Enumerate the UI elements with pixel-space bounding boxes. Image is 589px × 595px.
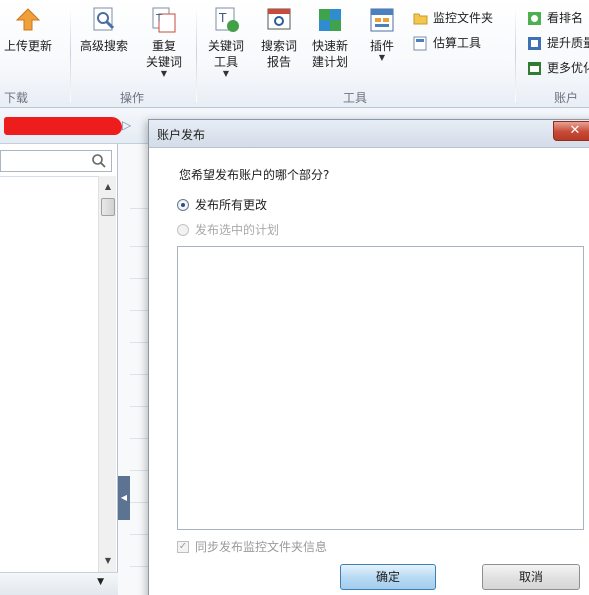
dropdown-arrow-icon: ▼ <box>378 53 386 62</box>
more-optimization-label: 更多优化 <box>547 61 589 75</box>
optimization-icon <box>528 62 541 75</box>
estimate-icon <box>413 36 427 51</box>
grid-line <box>130 374 150 375</box>
monitor-folder-label: 监控文件夹 <box>433 11 494 25</box>
upload-update-button[interactable]: 上传更新 <box>4 6 52 54</box>
sync-monitor-folder-label: 同步发布监控文件夹信息 <box>195 540 328 554</box>
group-separator <box>196 6 197 102</box>
background-grid-strip <box>118 144 150 595</box>
estimate-tool-label: 估算工具 <box>433 36 482 50</box>
ok-button[interactable]: 确定 <box>340 564 436 590</box>
more-optimization-button[interactable]: 更多优化 <box>527 58 589 78</box>
sync-monitor-folder-checkbox[interactable]: ✓ 同步发布监控文件夹信息 <box>177 538 327 556</box>
dialog-titlebar[interactable]: 账户发布 ✕ <box>149 120 589 148</box>
radio-checked-icon <box>177 199 189 211</box>
estimate-tool-button[interactable]: 估算工具 <box>413 33 481 53</box>
grid-line <box>130 438 150 439</box>
duplicate-keyword-icon: T <box>152 7 176 33</box>
view-ranking-label: 看排名 <box>547 11 584 25</box>
svg-text:T: T <box>218 11 227 25</box>
search-term-report-button[interactable]: 搜索词 报告 <box>261 6 297 70</box>
ribbon-toolbar: 上传更新 高级搜索 T 重复 关键词 ▼ T 关键词 工具 ▼ 搜索词 报告 快… <box>0 0 589 121</box>
breadcrumb-chevron-icon[interactable]: ▷ <box>122 118 131 132</box>
publish-question: 您希望发布账户的哪个部分? <box>179 168 330 182</box>
folder-icon <box>413 13 428 25</box>
quality-icon <box>528 37 541 50</box>
account-tree[interactable] <box>0 176 98 576</box>
grid-line <box>130 310 150 311</box>
upload-update-label: 上传更新 <box>4 39 53 53</box>
quick-plan-icon <box>319 9 341 31</box>
account-tree-pane: ▲ ▼ ▼ <box>0 144 118 595</box>
advanced-search-button[interactable]: 高级搜索 <box>80 6 128 54</box>
publish-account-dialog: 账户发布 ✕ 您希望发布账户的哪个部分? 发布所有更改 发布选中的计划 ✓ 同步… <box>148 119 589 595</box>
quick-new-plan-label: 快速新 建计划 <box>312 39 349 69</box>
radio-unchecked-icon <box>177 224 189 236</box>
grid-line <box>130 502 150 503</box>
scroll-thumb[interactable] <box>101 198 115 216</box>
plugin-icon <box>370 8 394 32</box>
advanced-search-label: 高级搜索 <box>80 39 129 53</box>
tree-vertical-scrollbar[interactable]: ▲ ▼ <box>98 176 116 572</box>
pane-collapse-handle[interactable]: ◀ <box>118 476 130 520</box>
ranking-icon <box>528 12 541 25</box>
plugins-label: 插件 <box>369 39 394 53</box>
scroll-down-icon[interactable]: ▼ <box>99 552 117 570</box>
improve-quality-label: 提升质量 <box>547 36 589 50</box>
quick-new-plan-button[interactable]: 快速新 建计划 <box>312 6 348 70</box>
grid-line <box>130 534 150 535</box>
search-icon[interactable] <box>91 153 107 169</box>
grid-line <box>130 246 150 247</box>
group-separator <box>70 6 71 102</box>
grid-line <box>130 566 150 567</box>
close-button[interactable]: ✕ <box>553 121 589 141</box>
duplicate-keywords-label: 重复 关键词 <box>146 39 183 69</box>
keyword-tool-label: 关键词 工具 <box>208 39 245 69</box>
magnifier-document-icon <box>93 7 115 31</box>
dropdown-arrow-icon: ▼ <box>222 69 230 78</box>
ok-label: 确定 <box>375 570 400 584</box>
tree-search-input[interactable] <box>1 151 89 171</box>
grid-line <box>130 470 150 471</box>
group-label-download: 下载 <box>4 91 29 105</box>
plugins-button[interactable]: 插件 ▼ <box>368 6 396 62</box>
publish-selected-label: 发布选中的计划 <box>195 223 280 237</box>
tree-search-box <box>0 150 112 172</box>
search-term-report-label: 搜索词 报告 <box>261 39 298 69</box>
grid-line <box>130 208 150 209</box>
redacted-account-name <box>4 117 122 135</box>
checkbox-checked-icon: ✓ <box>177 541 189 553</box>
grid-line <box>130 278 150 279</box>
publish-selected-radio[interactable]: 发布选中的计划 <box>177 221 279 239</box>
upload-arrow-icon <box>15 8 41 31</box>
publish-all-label: 发布所有更改 <box>195 198 268 212</box>
close-icon: ✕ <box>569 123 581 138</box>
cancel-button[interactable]: 取消 <box>482 564 580 590</box>
grid-line <box>130 342 150 343</box>
group-separator <box>515 6 516 102</box>
group-label-tools: 工具 <box>343 91 368 105</box>
view-ranking-button[interactable]: 看排名 <box>527 8 583 28</box>
keyword-tool-icon: T <box>215 7 239 32</box>
duplicate-keywords-button[interactable]: T 重复 关键词 ▼ <box>146 6 182 78</box>
plan-selection-list[interactable] <box>177 246 584 530</box>
dialog-title: 账户发布 <box>157 128 206 142</box>
monitor-folder-button[interactable]: 监控文件夹 <box>413 8 493 28</box>
report-icon <box>267 8 291 30</box>
chevron-down-icon[interactable]: ▼ <box>97 577 104 587</box>
tree-footer: ▼ <box>0 572 118 595</box>
scroll-up-icon[interactable]: ▲ <box>99 178 117 196</box>
publish-all-radio[interactable]: 发布所有更改 <box>177 196 267 214</box>
svg-text:T: T <box>155 13 163 24</box>
cancel-label: 取消 <box>518 570 543 584</box>
keyword-tool-button[interactable]: T 关键词 工具 ▼ <box>208 6 244 78</box>
improve-quality-button[interactable]: 提升质量 <box>527 33 589 53</box>
group-label-operations: 操作 <box>120 91 145 105</box>
grid-line <box>130 406 150 407</box>
dropdown-arrow-icon: ▼ <box>160 69 168 78</box>
